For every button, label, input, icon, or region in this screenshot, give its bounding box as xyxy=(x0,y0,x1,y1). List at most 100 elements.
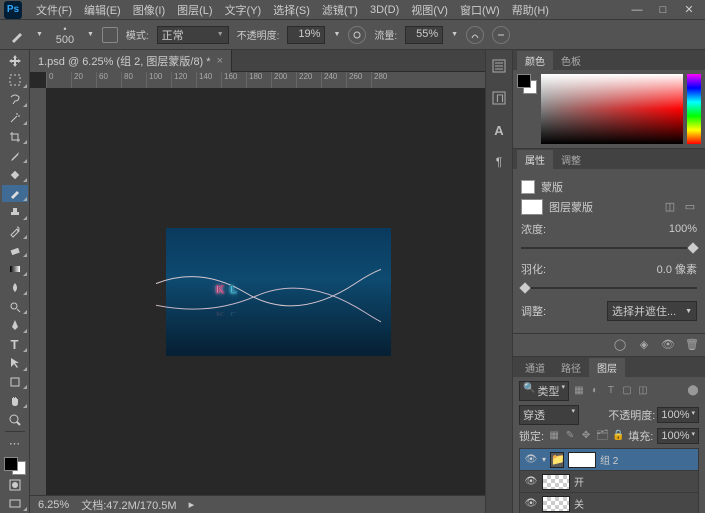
flow-value[interactable]: 55% xyxy=(405,26,443,44)
pressure-opacity-icon[interactable] xyxy=(348,26,366,44)
tab-channels[interactable]: 通道 xyxy=(517,358,553,377)
chevron-down-icon[interactable]: ▼ xyxy=(451,31,458,38)
layer-thumb[interactable] xyxy=(542,496,570,512)
tab-layers[interactable]: 图层 xyxy=(589,358,625,377)
type-tool[interactable]: T xyxy=(2,336,28,353)
density-slider[interactable] xyxy=(521,243,697,253)
load-selection-icon[interactable]: ◯ xyxy=(613,338,627,352)
brush-tool[interactable] xyxy=(2,185,28,202)
tab-properties[interactable]: 属性 xyxy=(517,150,553,169)
window-minimize[interactable]: — xyxy=(625,2,649,18)
layer-row[interactable]: 👁 关 xyxy=(520,493,698,513)
layer-name[interactable]: 关 xyxy=(574,496,584,511)
menu-window[interactable]: 窗口(W) xyxy=(454,0,506,20)
crop-tool[interactable] xyxy=(2,128,28,145)
layer-thumb[interactable] xyxy=(542,474,570,490)
apply-mask-icon[interactable]: ◈ xyxy=(637,338,651,352)
eyedropper-tool[interactable] xyxy=(2,147,28,164)
filter-toggle-icon[interactable]: ⬤ xyxy=(687,385,699,397)
layer-row[interactable]: 👁▾ 📁 组 2 xyxy=(520,449,698,471)
zoom-level[interactable]: 6.25% xyxy=(38,499,69,511)
menu-image[interactable]: 图像(I) xyxy=(127,0,171,20)
mask-thumb[interactable] xyxy=(568,452,596,468)
mask-thumb[interactable] xyxy=(521,199,543,215)
menu-type[interactable]: 文字(Y) xyxy=(219,0,268,20)
chevron-right-icon[interactable]: ▸ xyxy=(189,498,195,511)
eraser-tool[interactable] xyxy=(2,242,28,259)
window-close[interactable]: ✕ xyxy=(677,2,701,18)
zoom-tool[interactable] xyxy=(2,411,28,428)
layer-name[interactable]: 开 xyxy=(574,474,584,489)
visibility-icon[interactable]: 👁 xyxy=(524,498,538,509)
menu-select[interactable]: 选择(S) xyxy=(267,0,316,20)
color-swatch[interactable] xyxy=(4,457,26,476)
character-icon[interactable]: П xyxy=(489,88,509,108)
hand-tool[interactable] xyxy=(2,392,28,409)
window-maximize[interactable]: □ xyxy=(651,2,675,18)
opacity-value[interactable]: 19% xyxy=(287,26,325,44)
layer-opacity[interactable]: 100%▾ xyxy=(657,407,699,423)
density-value[interactable]: 100% xyxy=(669,223,697,235)
select-mask-dropdown[interactable]: 选择并遮住...▼ xyxy=(607,301,697,321)
menu-file[interactable]: 文件(F) xyxy=(30,0,78,20)
wand-tool[interactable] xyxy=(2,110,28,127)
filter-smart-icon[interactable]: ◫ xyxy=(637,385,649,397)
color-spectrum[interactable] xyxy=(541,74,683,144)
marquee-tool[interactable] xyxy=(2,72,28,89)
filter-shape-icon[interactable]: ▢ xyxy=(621,385,633,397)
layer-name[interactable]: 组 2 xyxy=(600,452,618,467)
history-icon[interactable] xyxy=(489,56,509,76)
lasso-tool[interactable] xyxy=(2,91,28,108)
filter-kind-dropdown[interactable]: 🔍类型▾ xyxy=(519,381,569,401)
tab-swatches[interactable]: 色板 xyxy=(553,51,589,70)
paragraph-icon[interactable]: A xyxy=(489,120,509,140)
feather-slider[interactable] xyxy=(521,283,697,293)
hue-strip[interactable] xyxy=(687,74,701,144)
blend-mode-dropdown[interactable]: 穿透▾ xyxy=(519,405,579,425)
chevron-down-icon[interactable]: ▼ xyxy=(333,31,340,38)
layer-fill[interactable]: 100%▾ xyxy=(657,428,699,444)
brush-size[interactable]: •500 xyxy=(51,24,79,46)
vector-mask-icon[interactable]: ▭ xyxy=(683,200,697,214)
tab-adjustments[interactable]: 调整 xyxy=(553,150,589,169)
feather-value[interactable]: 0.0 像素 xyxy=(657,261,697,277)
styles-icon[interactable]: ¶ xyxy=(489,152,509,172)
edit-toolbar[interactable]: ⋯ xyxy=(2,435,28,452)
history-brush-tool[interactable] xyxy=(2,223,28,240)
menu-help[interactable]: 帮助(H) xyxy=(506,0,555,20)
doc-size[interactable]: 文档:47.2M/170.5M xyxy=(81,497,176,513)
chevron-down-icon[interactable]: ▼ xyxy=(87,31,94,38)
menu-filter[interactable]: 滤镜(T) xyxy=(316,0,364,20)
quickmask-tool[interactable] xyxy=(2,476,28,493)
pixel-mask-icon[interactable]: ◫ xyxy=(663,200,677,214)
menu-3d[interactable]: 3D(D) xyxy=(364,2,405,18)
lock-pixel-icon[interactable]: ✎ xyxy=(564,430,576,442)
close-icon[interactable]: × xyxy=(217,55,223,67)
lock-all-icon[interactable]: 🔒 xyxy=(612,430,624,442)
airbrush-icon[interactable] xyxy=(466,26,484,44)
move-tool[interactable] xyxy=(2,53,28,70)
menu-view[interactable]: 视图(V) xyxy=(405,0,454,20)
dodge-tool[interactable] xyxy=(2,298,28,315)
tab-color[interactable]: 颜色 xyxy=(517,51,553,70)
menu-edit[interactable]: 编辑(E) xyxy=(78,0,127,20)
canvas[interactable]: KL KL xyxy=(46,88,485,495)
shape-tool[interactable] xyxy=(2,374,28,391)
pen-tool[interactable] xyxy=(2,317,28,334)
chevron-down-icon[interactable]: ▼ xyxy=(36,31,43,38)
menu-layer[interactable]: 图层(L) xyxy=(171,0,218,20)
brush-panel-icon[interactable] xyxy=(102,27,118,43)
heal-tool[interactable] xyxy=(2,166,28,183)
filter-adjust-icon[interactable]: ◐ xyxy=(589,385,601,397)
document-tab[interactable]: 1.psd @ 6.25% (组 2, 图层蒙版/8) * × xyxy=(30,50,232,72)
trash-icon[interactable]: 🗑 xyxy=(685,338,699,352)
gradient-tool[interactable] xyxy=(2,260,28,277)
lock-trans-icon[interactable]: ▦ xyxy=(548,430,560,442)
screenmode-tool[interactable] xyxy=(2,495,28,512)
filter-type-icon[interactable]: T xyxy=(605,385,617,397)
path-select-tool[interactable] xyxy=(2,355,28,372)
mode-dropdown[interactable]: 正常▼ xyxy=(157,26,229,44)
lock-pos-icon[interactable]: ✥ xyxy=(580,430,592,442)
visibility-icon[interactable]: 👁 xyxy=(524,454,538,465)
visibility-icon[interactable]: 👁 xyxy=(524,476,538,487)
